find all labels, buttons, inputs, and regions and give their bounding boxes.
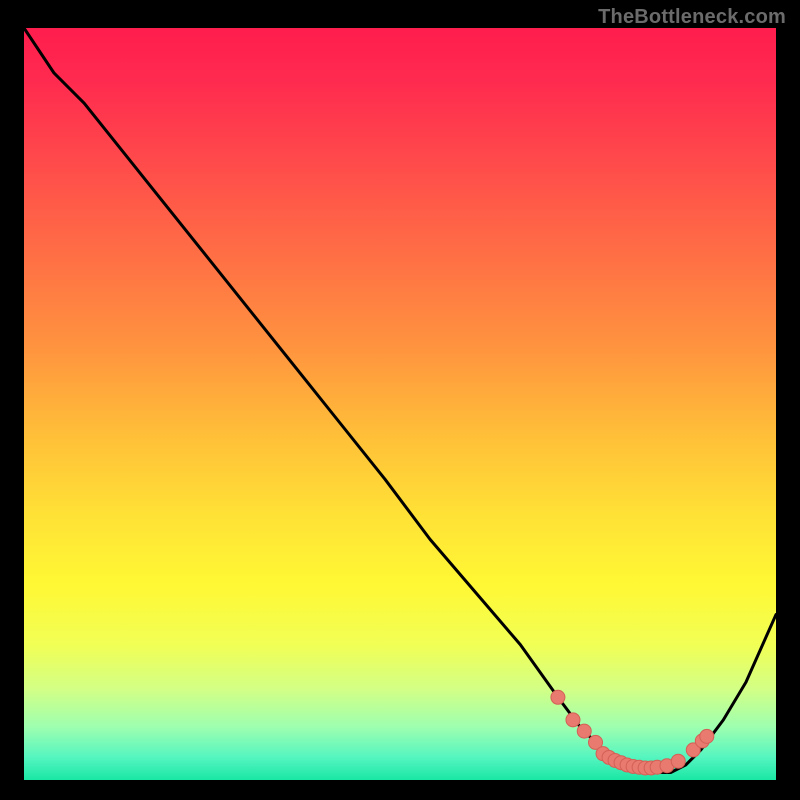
marker-dot (566, 713, 580, 727)
chart-svg (24, 28, 776, 780)
marker-dot (671, 754, 685, 768)
chart-stage: TheBottleneck.com (0, 0, 800, 800)
plot-area (24, 28, 776, 780)
marker-dot (551, 690, 565, 704)
marker-dot (577, 724, 591, 738)
bottleneck-curve (24, 28, 776, 772)
attribution-text: TheBottleneck.com (598, 6, 786, 29)
marker-dot (700, 729, 714, 743)
